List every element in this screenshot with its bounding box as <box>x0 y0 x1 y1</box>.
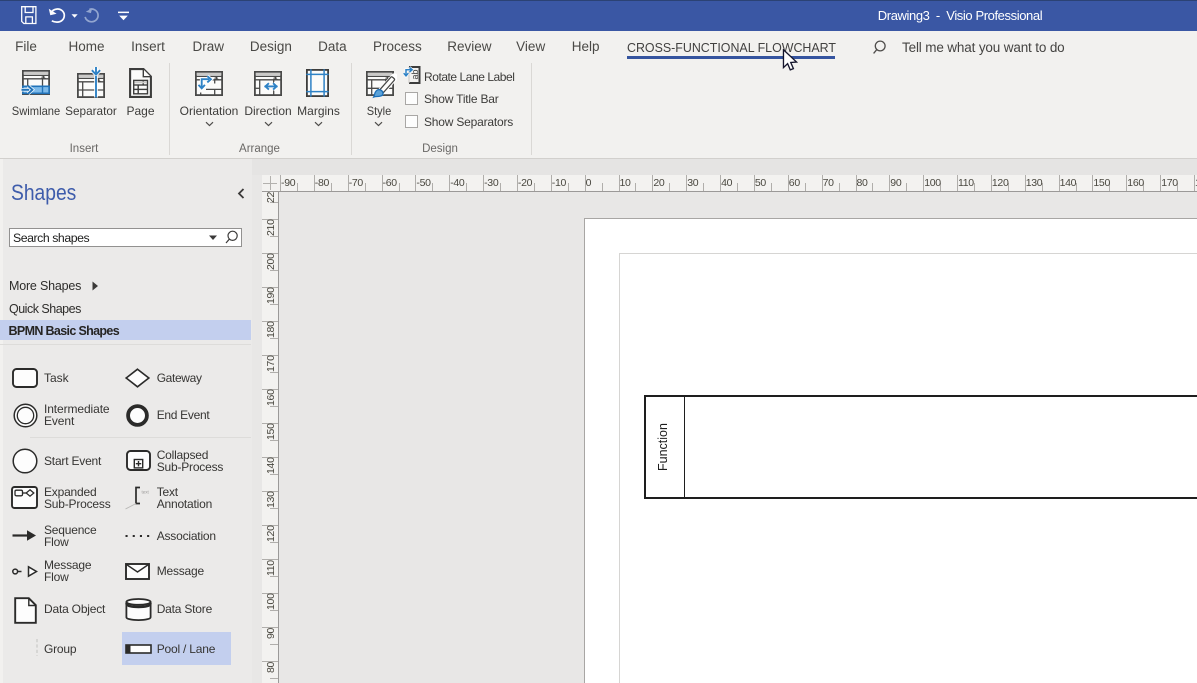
svg-text:text: text <box>142 490 150 495</box>
